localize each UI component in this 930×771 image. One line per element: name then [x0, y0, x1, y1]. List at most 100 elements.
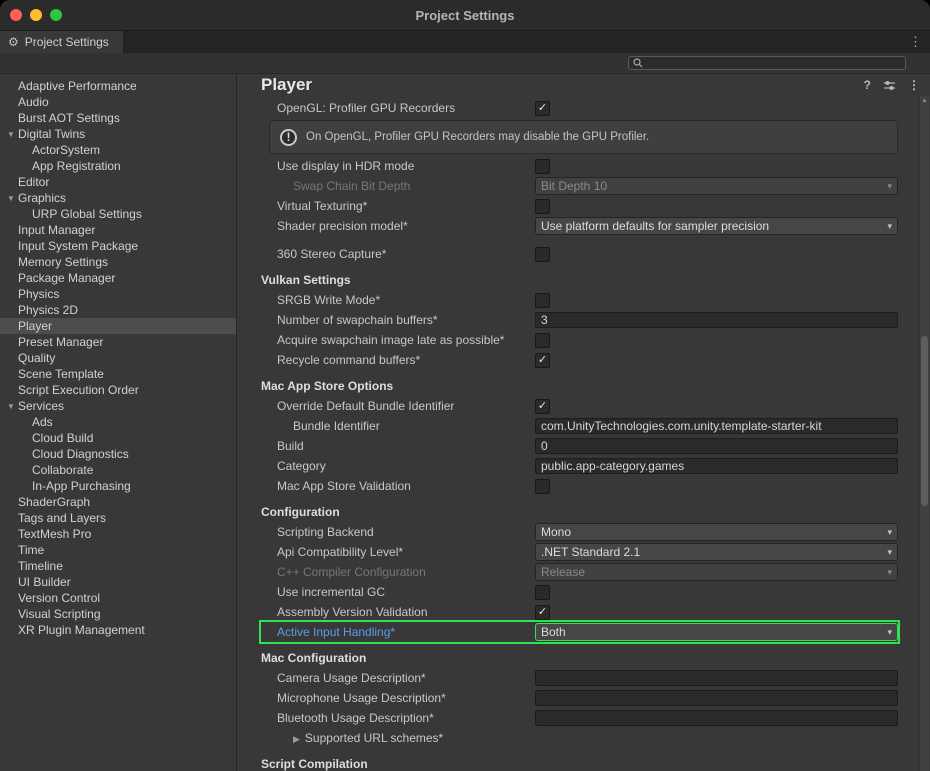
scrollbar-thumb[interactable] [921, 336, 928, 506]
sidebar-item-quality[interactable]: Quality [0, 350, 236, 366]
sidebar-item-cloud-build[interactable]: Cloud Build [0, 430, 236, 446]
preset-icon[interactable] [883, 79, 896, 91]
sidebar-item-urp-global-settings[interactable]: URP Global Settings [0, 206, 236, 222]
sidebar-item-physics-2d[interactable]: Physics 2D [0, 302, 236, 318]
sidebar-item-label: Collaborate [32, 463, 93, 477]
checkbox[interactable]: ✓ [535, 353, 550, 368]
sidebar-item-graphics[interactable]: ▼Graphics [0, 190, 236, 206]
dropdown: Bit Depth 10▾ [535, 177, 898, 195]
checkbox[interactable]: ✓ [535, 101, 550, 116]
settings-row: Use incremental GC [261, 582, 898, 602]
sidebar-item-memory-settings[interactable]: Memory Settings [0, 254, 236, 270]
sidebar-item-shadergraph[interactable]: ShaderGraph [0, 494, 236, 510]
sidebar-item-time[interactable]: Time [0, 542, 236, 558]
search-input[interactable] [647, 57, 901, 69]
project-settings-window: Project Settings ⚙ Project Settings ⋮ Ad… [0, 0, 930, 771]
sidebar-item-label: App Registration [32, 159, 121, 173]
text-field[interactable] [535, 438, 898, 454]
sidebar-item-adaptive-performance[interactable]: Adaptive Performance [0, 78, 236, 94]
close-window-button[interactable] [10, 9, 22, 21]
sidebar-item-editor[interactable]: Editor [0, 174, 236, 190]
sidebar-item-timeline[interactable]: Timeline [0, 558, 236, 574]
settings-row: Override Default Bundle Identifier✓ [261, 396, 898, 416]
tab-project-settings[interactable]: ⚙ Project Settings [0, 31, 123, 53]
sidebar-item-preset-manager[interactable]: Preset Manager [0, 334, 236, 350]
sidebar-item-digital-twins[interactable]: ▼Digital Twins [0, 126, 236, 142]
zoom-window-button[interactable] [50, 9, 62, 21]
settings-row: Mac App Store Validation [261, 476, 898, 496]
text-field[interactable] [535, 458, 898, 474]
sidebar-item-collaborate[interactable]: Collaborate [0, 462, 236, 478]
checkbox[interactable]: ✓ [535, 399, 550, 414]
row-value [535, 479, 898, 494]
minimize-window-button[interactable] [30, 9, 42, 21]
sidebar-item-label: Tags and Layers [18, 511, 106, 525]
sidebar-item-audio[interactable]: Audio [0, 94, 236, 110]
dropdown[interactable]: Mono▾ [535, 523, 898, 541]
sidebar-item-version-control[interactable]: Version Control [0, 590, 236, 606]
text-field[interactable] [535, 710, 898, 726]
text-field[interactable] [535, 418, 898, 434]
checkbox[interactable] [535, 333, 550, 348]
help-icon[interactable]: ? [864, 78, 871, 92]
sidebar-item-label: UI Builder [18, 575, 71, 589]
sidebar-item-textmesh-pro[interactable]: TextMesh Pro [0, 526, 236, 542]
section-header: Mac Configuration [261, 648, 898, 668]
row-label: Camera Usage Description* [261, 671, 535, 685]
dropdown-value: Use platform defaults for sampler precis… [541, 219, 769, 233]
checkbox[interactable] [535, 585, 550, 600]
checkbox[interactable] [535, 159, 550, 174]
foldout-closed-icon[interactable]: ▶ [293, 734, 300, 744]
chevron-down-icon: ▾ [881, 567, 892, 578]
sidebar-item-script-execution-order[interactable]: Script Execution Order [0, 382, 236, 398]
sidebar-item-burst-aot-settings[interactable]: Burst AOT Settings [0, 110, 236, 126]
chevron-down-icon: ▾ [881, 547, 892, 558]
scroll-up-icon[interactable]: ▲ [920, 97, 929, 105]
checkbox[interactable]: ✓ [535, 605, 550, 620]
text-field[interactable] [535, 690, 898, 706]
sidebar-item-input-manager[interactable]: Input Manager [0, 222, 236, 238]
scrollbar-track[interactable]: ▲ [919, 96, 929, 771]
sidebar-item-app-registration[interactable]: App Registration [0, 158, 236, 174]
dropdown-value: Both [541, 625, 566, 639]
row-label[interactable]: ▶Supported URL schemes* [261, 731, 535, 745]
sidebar-item-services[interactable]: ▼Services [0, 398, 236, 414]
foldout-open-icon[interactable]: ▼ [4, 194, 18, 203]
tab-menu-kebab-icon[interactable]: ⋮ [909, 31, 922, 53]
row-value [535, 293, 898, 308]
foldout-open-icon[interactable]: ▼ [4, 130, 18, 139]
settings-row: Scripting BackendMono▾ [261, 522, 898, 542]
sidebar-item-input-system-package[interactable]: Input System Package [0, 238, 236, 254]
sidebar-item-scene-template[interactable]: Scene Template [0, 366, 236, 382]
search-box[interactable] [628, 56, 906, 70]
checkbox[interactable] [535, 199, 550, 214]
page-title: Player [261, 75, 852, 95]
sidebar-item-ads[interactable]: Ads [0, 414, 236, 430]
dropdown[interactable]: Use platform defaults for sampler precis… [535, 217, 898, 235]
dropdown[interactable]: Both▾ [535, 623, 898, 641]
row-value [535, 585, 898, 600]
section-header: Script Compilation [261, 754, 898, 771]
sidebar-item-actorsystem[interactable]: ActorSystem [0, 142, 236, 158]
foldout-open-icon[interactable]: ▼ [4, 402, 18, 411]
sidebar-item-visual-scripting[interactable]: Visual Scripting [0, 606, 236, 622]
traffic-lights [10, 9, 62, 21]
text-field[interactable] [535, 312, 898, 328]
sidebar-item-tags-and-layers[interactable]: Tags and Layers [0, 510, 236, 526]
sidebar-item-physics[interactable]: Physics [0, 286, 236, 302]
checkbox[interactable] [535, 293, 550, 308]
sidebar-item-in-app-purchasing[interactable]: In-App Purchasing [0, 478, 236, 494]
row-value [535, 670, 898, 686]
checkbox[interactable] [535, 247, 550, 262]
sidebar-item-label: Preset Manager [18, 335, 103, 349]
sidebar-item-package-manager[interactable]: Package Manager [0, 270, 236, 286]
text-field[interactable] [535, 670, 898, 686]
sidebar-item-ui-builder[interactable]: UI Builder [0, 574, 236, 590]
sidebar-item-player[interactable]: Player [0, 318, 236, 334]
sidebar-item-xr-plugin-management[interactable]: XR Plugin Management [0, 622, 236, 638]
panel-menu-kebab-icon[interactable]: ⋮ [908, 78, 920, 92]
sidebar-item-cloud-diagnostics[interactable]: Cloud Diagnostics [0, 446, 236, 462]
settings-row: Acquire swapchain image late as possible… [261, 330, 898, 350]
dropdown[interactable]: .NET Standard 2.1▾ [535, 543, 898, 561]
checkbox[interactable] [535, 479, 550, 494]
